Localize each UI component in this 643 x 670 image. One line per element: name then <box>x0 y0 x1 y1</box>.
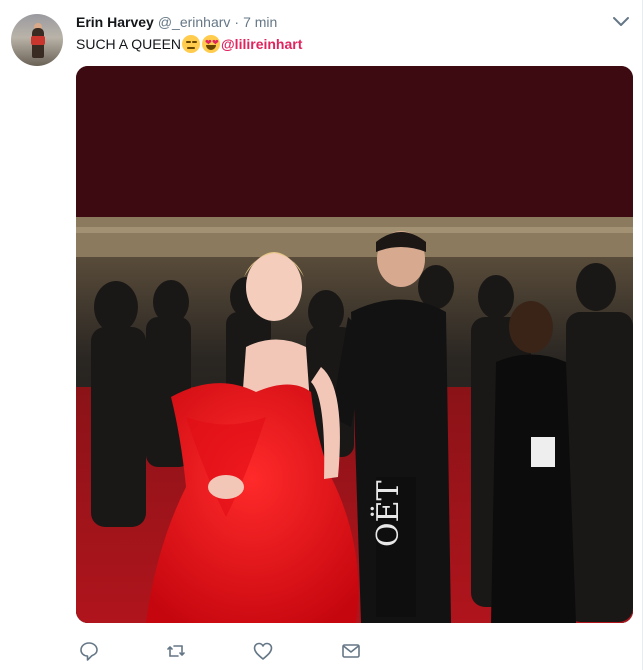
tweet-media[interactable]: OËT <box>76 66 633 623</box>
separator-dot: · <box>234 14 240 30</box>
smirk-face-emoji <box>182 35 201 53</box>
tweet-card[interactable]: Erin Harvey @_erinharv · 7 min SUCH A QU… <box>0 0 643 670</box>
avatar[interactable] <box>11 14 63 66</box>
tweet-actions <box>76 640 556 662</box>
tweet-header: Erin Harvey @_erinharv · 7 min <box>76 14 277 34</box>
tweet-text: SUCH A QUEEN ❤ ❤ @lilireinhart <box>76 34 302 54</box>
mention-link[interactable]: @lilireinhart <box>221 36 302 52</box>
timestamp[interactable]: 7 min <box>243 14 277 30</box>
photo-red-carpet: OËT <box>76 217 633 623</box>
heart-eyes-emoji: ❤ ❤ <box>202 35 221 53</box>
envelope-icon[interactable] <box>340 640 362 662</box>
tweet-text-body: SUCH A QUEEN <box>76 36 182 52</box>
photo-dark-band <box>76 66 633 217</box>
chevron-down-icon[interactable] <box>612 15 630 29</box>
heart-icon[interactable] <box>252 640 274 662</box>
display-name[interactable]: Erin Harvey <box>76 14 154 30</box>
reply-icon[interactable] <box>78 640 100 662</box>
retweet-icon[interactable] <box>165 640 187 662</box>
photo-banner-text: OËT <box>370 480 406 547</box>
username-handle[interactable]: @_erinharv <box>158 14 231 30</box>
